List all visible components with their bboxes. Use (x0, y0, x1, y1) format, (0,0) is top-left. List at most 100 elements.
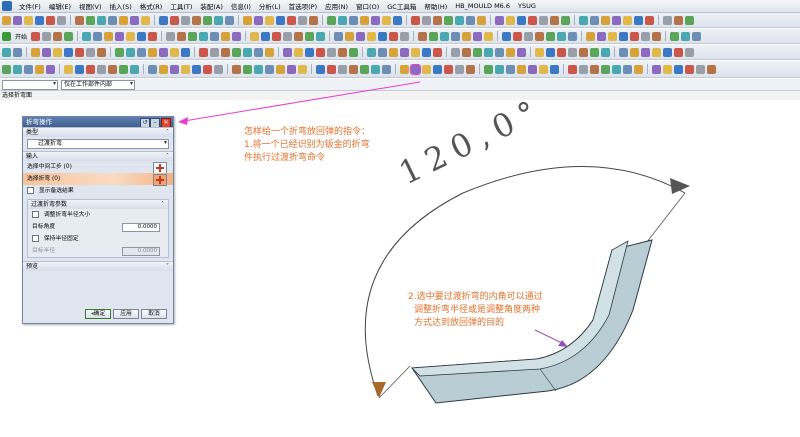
toolbar-tool-icon[interactable] (126, 31, 136, 41)
toolbar-tool-icon[interactable] (148, 31, 158, 41)
toolbar-tool-icon[interactable] (382, 15, 391, 25)
toolbar-tool-icon[interactable] (674, 15, 683, 25)
toolbar-tool-icon[interactable] (400, 64, 409, 74)
toolbar-tool-icon[interactable] (13, 15, 22, 25)
toolbar-tool-icon[interactable] (225, 15, 234, 25)
toolbar-tool-icon[interactable] (170, 64, 179, 74)
toolbar-tool-icon[interactable] (126, 47, 135, 57)
toolbar-tool-icon[interactable] (473, 47, 482, 57)
toolbar-tool-icon[interactable] (608, 31, 618, 41)
toolbar-tool-icon[interactable] (57, 15, 66, 25)
toolbar-tool-icon[interactable] (327, 47, 336, 57)
toolbar-tool-icon[interactable] (170, 15, 179, 25)
toolbar-tool-icon[interactable] (254, 15, 263, 25)
toolbar-tool-icon[interactable] (506, 64, 515, 74)
toolbar-tool-icon[interactable] (400, 47, 409, 57)
toolbar-tool-icon[interactable] (46, 64, 55, 74)
toolbar-tool-icon[interactable] (429, 31, 439, 41)
toolbar-tool-icon[interactable] (75, 64, 84, 74)
toolbar-tool-icon[interactable] (46, 15, 55, 25)
menu-insert[interactable]: 插入(S) (106, 1, 136, 11)
target-angle-input[interactable]: 0.0000 (122, 223, 160, 232)
toolbar-tool-icon[interactable] (517, 15, 526, 25)
toolbar-tool-icon[interactable] (418, 31, 428, 41)
toolbar-tool-icon[interactable] (360, 15, 369, 25)
toolbar-tool-icon[interactable] (506, 47, 515, 57)
toolbar-tool-icon[interactable] (692, 31, 702, 41)
toolbar-tool-icon[interactable] (597, 31, 607, 41)
ok-button[interactable]: ◂确定 (85, 309, 111, 319)
toolbar-tool-icon[interactable] (652, 64, 661, 74)
toolbar-tool-icon[interactable] (64, 47, 73, 57)
toolbar-tool-icon[interactable] (539, 15, 548, 25)
toolbar-tool-icon[interactable] (24, 64, 33, 74)
toolbar-tool-icon[interactable] (119, 64, 128, 74)
toolbar-tool-icon[interactable] (305, 31, 315, 41)
toolbar-tool-icon[interactable] (674, 47, 683, 57)
toolbar-tool-icon[interactable] (433, 15, 442, 25)
toolbar-tool-icon[interactable] (13, 47, 22, 57)
toolbar-tool-icon[interactable] (2, 47, 11, 57)
toolbar-tool-icon[interactable] (254, 47, 263, 57)
adjust-radius-checkbox[interactable] (32, 211, 39, 218)
toolbar-tool-icon[interactable] (619, 47, 628, 57)
toolbar-tool-icon[interactable] (590, 15, 599, 25)
scope-filter-combo[interactable]: 仅在工作部件内部 (61, 79, 135, 90)
toolbar-tool-icon[interactable] (181, 47, 190, 57)
toolbar-tool-icon[interactable] (630, 31, 640, 41)
toolbar-tool-icon[interactable] (451, 31, 461, 41)
toolbar-tool-icon[interactable] (115, 47, 124, 57)
toolbar-tool-icon[interactable] (524, 31, 534, 41)
menu-window[interactable]: 窗口(O) (352, 1, 383, 11)
section-preview-header[interactable]: 预览 ˅ (23, 261, 173, 271)
toolbar-tool-icon[interactable] (170, 47, 179, 57)
toolbar-tool-icon[interactable] (214, 64, 223, 74)
toolbar-tool-icon[interactable] (254, 64, 263, 74)
select-intermediate-row[interactable]: 选择中间工步 (0) (23, 161, 173, 174)
type-filter-combo[interactable] (2, 79, 58, 90)
toolbar-tool-icon[interactable] (484, 31, 494, 41)
toolbar-tool-icon[interactable] (250, 31, 260, 41)
cancel-button[interactable]: 取消 (141, 309, 167, 319)
menu-view[interactable]: 视图(V) (75, 1, 106, 11)
toolbar-tool-icon[interactable] (422, 47, 431, 57)
toolbar-tool-icon[interactable] (31, 47, 40, 57)
toolbar-tool-icon[interactable] (203, 64, 212, 74)
toolbar-tool-icon[interactable] (287, 64, 296, 74)
show-alternate-checkbox[interactable] (27, 187, 34, 194)
toolbar-tool-icon[interactable] (550, 64, 559, 74)
toolbar-tool-icon[interactable] (652, 31, 662, 41)
start-button-label[interactable]: 开始 (15, 32, 27, 41)
toolbar-tool-icon[interactable] (590, 64, 599, 74)
toolbar-tool-icon[interactable] (53, 47, 62, 57)
toolbar-tool-icon[interactable] (42, 47, 51, 57)
toolbar-tool-icon[interactable] (203, 15, 212, 25)
keep-radius-checkbox[interactable] (32, 235, 39, 242)
menu-tools[interactable]: 工具(T) (166, 1, 196, 11)
toolbar-tool-icon[interactable] (495, 64, 504, 74)
toolbar-tool-icon[interactable] (535, 47, 544, 57)
toolbar-tool-icon[interactable] (389, 47, 398, 57)
menu-preferences[interactable]: 首选项(P) (285, 1, 322, 11)
toolbar-tool-icon[interactable] (685, 15, 694, 25)
section-bend-params-header[interactable]: 过渡折弯参数 ˄ (28, 200, 168, 209)
type-select[interactable]: 过渡折弯 (27, 139, 169, 149)
toolbar-tool-icon[interactable] (86, 47, 95, 57)
toolbar-tool-icon[interactable] (623, 64, 632, 74)
toolbar-tool-icon[interactable] (623, 15, 632, 25)
toolbar-tool-icon[interactable] (634, 15, 643, 25)
toolbar-tool-icon[interactable] (455, 15, 464, 25)
toolbar-tool-icon[interactable] (645, 15, 654, 25)
toolbar-tool-icon[interactable] (298, 15, 307, 25)
toolbar-tool-icon[interactable] (349, 47, 358, 57)
toolbar-tool-icon[interactable] (272, 31, 282, 41)
toolbar-tool-icon[interactable] (400, 31, 410, 41)
toolbar-tool-icon[interactable] (641, 31, 651, 41)
toolbar-tool-icon[interactable] (674, 64, 683, 74)
toolbar-tool-icon[interactable] (31, 31, 41, 41)
toolbar-tool-icon[interactable] (148, 64, 157, 74)
toolbar-tool-icon[interactable] (539, 64, 548, 74)
toolbar-tool-icon[interactable] (440, 31, 450, 41)
toolbar-tool-icon[interactable] (192, 64, 201, 74)
toolbar-tool-icon[interactable] (13, 64, 22, 74)
